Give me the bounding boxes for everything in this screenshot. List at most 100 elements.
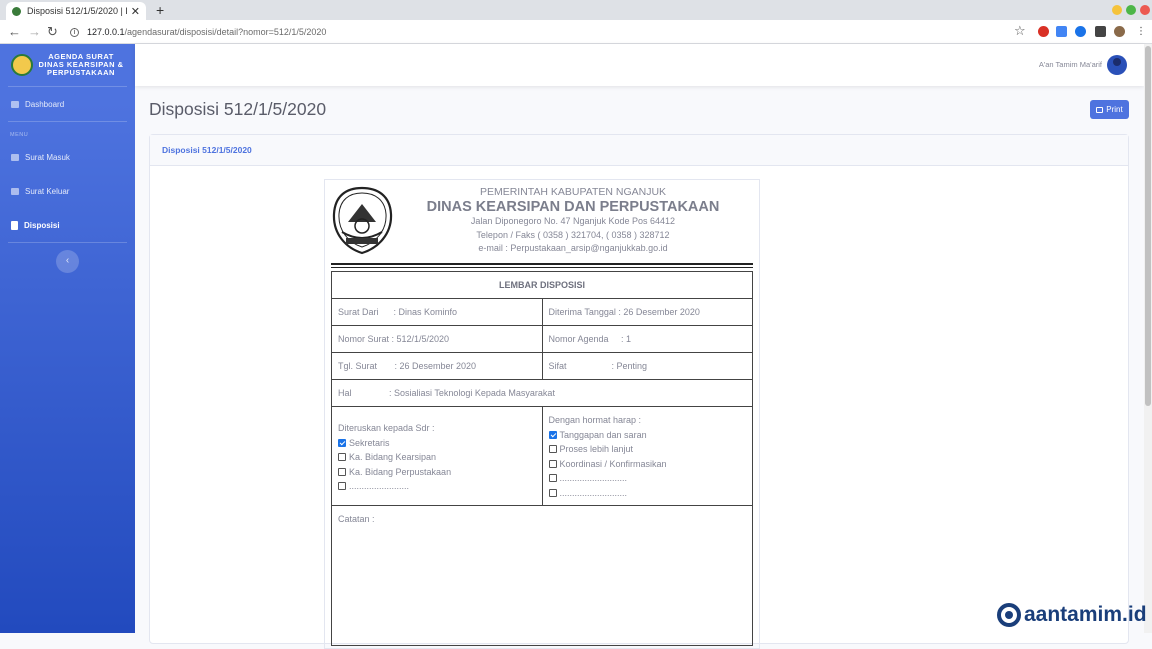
tgl-surat-cell: Tgl. Surat : 26 Desember 2020: [331, 352, 543, 380]
topbar: A'an Tamim Ma'arif: [135, 44, 1144, 86]
checkbox-icon[interactable]: [338, 467, 346, 476]
sidebar-toggle-button[interactable]: ‹: [56, 250, 79, 273]
browser-tab-bar: Disposisi 512/1/5/2020 | Dashb ✕ +: [0, 0, 1152, 20]
form-heading: LEMBAR DISPOSISI: [331, 271, 753, 299]
bookmark-star-icon[interactable]: ☆: [1014, 23, 1026, 39]
checkbox-label: Ka. Bidang Kearsipan: [349, 452, 437, 463]
sidebar-brand[interactable]: AGENDA SURAT DINAS KEARSIPAN & PERPUSTAK…: [0, 44, 135, 86]
extension-icon[interactable]: [1075, 26, 1086, 37]
checkbox-other[interactable]: ........................: [338, 479, 536, 494]
letterhead-government: PEMERINTAH KABUPATEN NGANJUK: [479, 186, 667, 198]
forward-icon[interactable]: →: [28, 24, 41, 39]
checkbox-koordinasi[interactable]: Koordinasi / Konfirmasikan: [548, 457, 747, 472]
checkbox-other-2[interactable]: ...........................: [548, 486, 747, 501]
checkbox-label: Proses lebih lanjut: [559, 444, 634, 455]
letterhead: PEMERINTAH KABUPATEN NGANJUK DINAS KEARS…: [331, 185, 753, 261]
checkbox-icon[interactable]: [548, 459, 557, 468]
sidebar-item-label: Surat Masuk: [25, 152, 70, 162]
harap-cell: Dengan hormat harap : Tanggapan dan sara…: [541, 406, 753, 506]
watermark-text: aantamim.id: [1024, 603, 1147, 626]
letterhead-agency: DINAS KEARSIPAN DAN PERPUSTAKAAN: [426, 199, 720, 215]
page-title: Disposisi 512/1/5/2020: [149, 99, 327, 119]
checkbox-label: ........................: [349, 481, 410, 492]
nomor-agenda-cell: Nomor Agenda : 1: [541, 325, 753, 353]
checkbox-label: Ka. Bidang Perpustakaan: [349, 466, 452, 477]
user-name[interactable]: A'an Tamim Ma'arif: [1039, 60, 1102, 69]
sifat-cell: Sifat : Penting: [541, 352, 753, 380]
sidebar-item-label: Dashboard: [25, 99, 65, 109]
minimize-window-button[interactable]: [1112, 5, 1122, 15]
sidebar-item-disposisi[interactable]: Disposisi: [0, 208, 135, 242]
browser-menu-icon[interactable]: ⋮: [1136, 26, 1147, 37]
sidebar-item-label: Surat Keluar: [25, 186, 70, 196]
sidebar-item-surat-masuk[interactable]: Surat Masuk: [0, 140, 135, 174]
checkbox-label: ...........................: [559, 487, 628, 498]
address-bar: ← → ↻ i 127.0.0.1/agendasurat/disposisi/…: [0, 20, 1152, 44]
adblock-extension-icon[interactable]: [1038, 26, 1049, 37]
extensions-puzzle-icon[interactable]: [1095, 26, 1106, 37]
printer-icon: [1096, 106, 1104, 113]
sidebar-divider: [8, 242, 127, 243]
checkbox-sekretaris[interactable]: Sekretaris: [338, 436, 536, 451]
diterima-tanggal-cell: Diterima Tanggal : 26 Desember 2020: [541, 298, 753, 326]
sidebar: AGENDA SURAT DINAS KEARSIPAN & PERPUSTAK…: [0, 44, 135, 633]
disposisi-sheet: PEMERINTAH KABUPATEN NGANJUK DINAS KEARS…: [324, 179, 760, 649]
checkbox-label: Sekretaris: [349, 437, 390, 448]
diteruskan-label: Diteruskan kepada Sdr :: [338, 423, 435, 434]
letterhead-rule: [331, 263, 753, 265]
checkbox-tanggapan[interactable]: Tanggapan dan saran: [548, 428, 747, 443]
nomor-surat-cell: Nomor Surat : 512/1/5/2020: [331, 325, 543, 353]
watermark-logo-icon: [997, 603, 1021, 627]
profile-avatar-icon[interactable]: [1114, 26, 1125, 37]
url-field[interactable]: i 127.0.0.1/agendasurat/disposisi/detail…: [70, 23, 326, 41]
card-title: Disposisi 512/1/5/2020: [150, 135, 1128, 166]
tab-title: Disposisi 512/1/5/2020 | Dashb: [27, 6, 127, 16]
close-window-button[interactable]: [1140, 5, 1150, 15]
outbox-icon: [11, 187, 19, 195]
catatan-cell: Catatan :: [331, 505, 753, 646]
scrollbar-thumb[interactable]: [1145, 46, 1151, 406]
site-favicon-icon: [12, 6, 21, 16]
nganjuk-crest-icon: [332, 186, 393, 255]
sidebar-item-label: Disposisi: [24, 220, 60, 230]
checkbox-label: ...........................: [559, 473, 628, 484]
checkbox-icon[interactable]: [338, 482, 346, 491]
checkbox-proses[interactable]: Proses lebih lanjut: [548, 442, 747, 457]
translate-extension-icon[interactable]: [1056, 26, 1067, 37]
dashboard-icon: [11, 100, 19, 108]
checkbox-label: Tanggapan dan saran: [559, 429, 647, 440]
checkbox-icon[interactable]: [548, 474, 557, 483]
reload-icon[interactable]: ↻: [47, 24, 58, 40]
checkbox-kabid-kearsipan[interactable]: Ka. Bidang Kearsipan: [338, 450, 536, 465]
disposisi-card: Disposisi 512/1/5/2020 PEMERINTAH KABUPA…: [149, 134, 1129, 649]
sidebar-item-surat-keluar[interactable]: Surat Keluar: [0, 174, 135, 208]
print-button[interactable]: Print: [1090, 100, 1129, 119]
watermark: aantamim.id: [997, 603, 1147, 627]
checkbox-kabid-perpustakaan[interactable]: Ka. Bidang Perpustakaan: [338, 465, 536, 480]
diteruskan-cell: Diteruskan kepada Sdr : Sekretaris Ka. B…: [331, 406, 543, 506]
url-host: 127.0.0.1: [87, 27, 125, 37]
site-info-icon[interactable]: i: [70, 27, 79, 37]
checkbox-label: Koordinasi / Konfirmasikan: [559, 458, 667, 469]
checkbox-checked-icon[interactable]: [338, 438, 346, 447]
checkbox-icon[interactable]: [548, 445, 557, 454]
letterhead-email: e-mail : Perpustakaan_arsip@nganjukkab.g…: [478, 243, 668, 253]
url-path: /agendasurat/disposisi/detail?nomor=512/…: [124, 27, 327, 37]
browser-tab[interactable]: Disposisi 512/1/5/2020 | Dashb ✕: [6, 2, 146, 20]
brand-text: AGENDA SURAT DINAS KEARSIPAN & PERPUSTAK…: [38, 52, 124, 77]
close-tab-icon[interactable]: ✕: [131, 5, 140, 18]
sidebar-item-dashboard[interactable]: Dashboard: [0, 87, 135, 121]
back-icon[interactable]: ←: [8, 24, 21, 39]
checkbox-icon[interactable]: [548, 488, 557, 497]
checkbox-icon[interactable]: [338, 453, 346, 462]
letterhead-rule-thin: [331, 267, 753, 268]
print-label: Print: [1106, 105, 1123, 114]
surat-dari-cell: Surat Dari : Dinas Kominfo: [331, 298, 543, 326]
letterhead-address: Jalan Diponegoro No. 47 Nganjuk Kode Pos…: [470, 216, 676, 226]
user-avatar-icon[interactable]: [1107, 55, 1127, 75]
harap-label: Dengan hormat harap :: [548, 415, 642, 426]
checkbox-other-1[interactable]: ...........................: [548, 471, 747, 486]
new-tab-button[interactable]: +: [156, 2, 164, 18]
maximize-window-button[interactable]: [1126, 5, 1136, 15]
checkbox-checked-icon[interactable]: [548, 430, 557, 439]
